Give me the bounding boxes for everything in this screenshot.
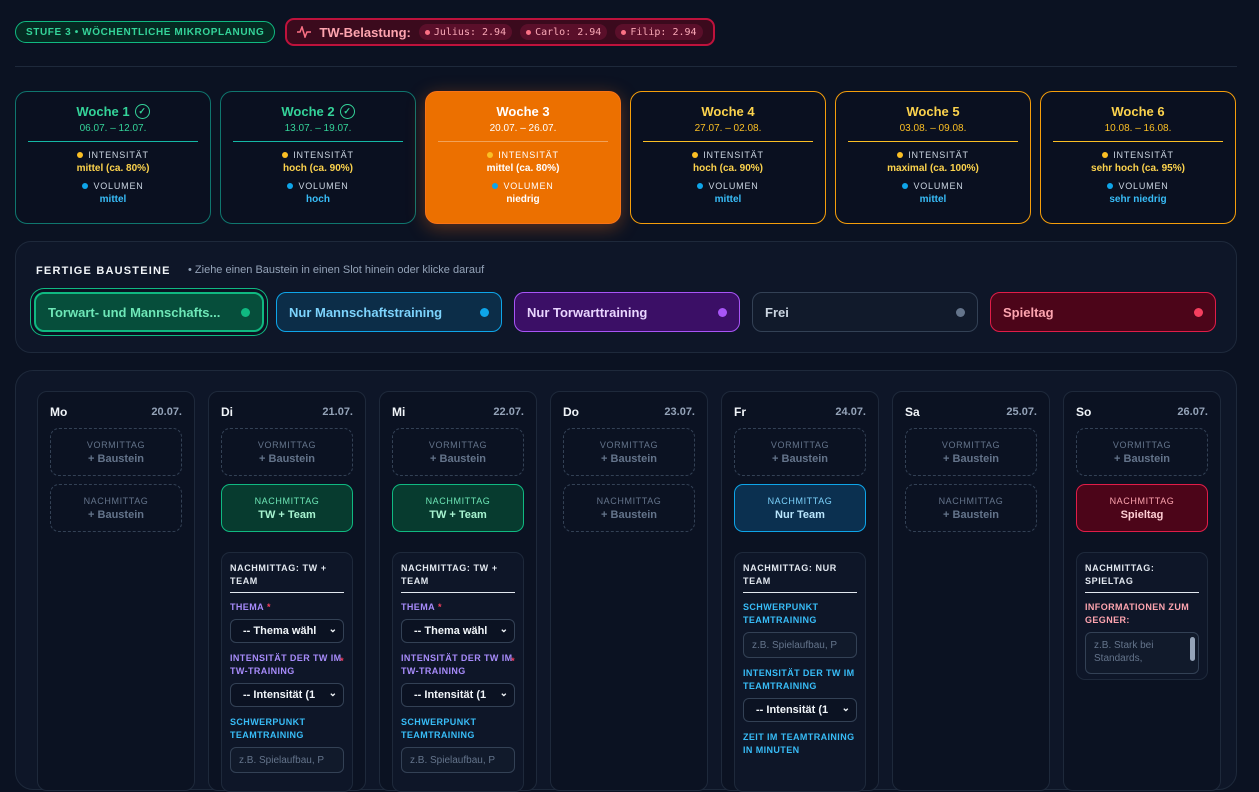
chevron-down-icon: ⌄ xyxy=(499,688,508,699)
week-card-5[interactable]: Woche 5 03.08. – 09.08. INTENSITÄT maxim… xyxy=(835,91,1031,224)
slot-morning[interactable]: VORMITTAG + Baustein xyxy=(221,428,353,476)
slot-afternoon[interactable]: NACHMITTAG Nur Team xyxy=(734,484,866,532)
session-form: NACHMITTAG: SPIELTAG INFORMATIONEN ZUM G… xyxy=(1076,552,1208,680)
block-team-only[interactable]: Nur Mannschaftstraining xyxy=(276,292,502,332)
focus-input[interactable]: z.B. Spielaufbau, P xyxy=(401,747,515,773)
activity-icon xyxy=(297,26,312,38)
week-card-3[interactable]: Woche 3 20.07. – 26.07. INTENSITÄT mitte… xyxy=(425,91,621,224)
day-column-sa: Sa 25.07. VORMITTAG + Baustein NACHMITTAG +… xyxy=(892,391,1050,791)
slot-morning[interactable]: VORMITTAG + Baustein xyxy=(905,428,1037,476)
week-card-1[interactable]: Woche 1 ✓ 06.07. – 12.07. INTENSITÄT mitt… xyxy=(15,91,211,224)
load-chip: Filip: 2.94 xyxy=(615,24,703,40)
day-column-do: Do 23.07. VORMITTAG + Baustein NACHMITTAG +… xyxy=(550,391,708,791)
focus-input[interactable]: z.B. Spielaufbau, P xyxy=(230,747,344,773)
slot-morning[interactable]: VORMITTAG + Baustein xyxy=(50,428,182,476)
chevron-down-icon: ⌄ xyxy=(499,624,508,635)
check-icon: ✓ xyxy=(339,104,355,119)
thema-select[interactable]: -- Thema wähl ⌄ xyxy=(401,619,515,643)
block-tw-team[interactable]: Torwart- und Mannschafts... xyxy=(34,292,264,332)
slot-morning[interactable]: VORMITTAG + Baustein xyxy=(392,428,524,476)
check-icon: ✓ xyxy=(134,104,150,119)
load-chip: Julius: 2.94 xyxy=(418,24,513,40)
session-form: NACHMITTAG: TW + TEAM THEMA * -- Thema wä… xyxy=(221,552,353,792)
load-chip: Carlo: 2.94 xyxy=(520,24,608,40)
slot-afternoon[interactable]: NACHMITTAG Spieltag xyxy=(1076,484,1208,532)
blocks-title: FERTIGE BAUSTEINE xyxy=(36,265,171,277)
goalkeeper-load-panel: TW-Belastung: Julius: 2.94 Carlo: 2.94 F… xyxy=(285,18,715,46)
opponent-info-textarea[interactable]: z.B. Stark bei Standards, xyxy=(1085,632,1199,674)
session-form: NACHMITTAG: NUR TEAM SCHWERPUNKT TEAMTRA… xyxy=(734,552,866,792)
slot-morning[interactable]: VORMITTAG + Baustein xyxy=(734,428,866,476)
divider xyxy=(15,66,1237,67)
slot-afternoon[interactable]: NACHMITTAG + Baustein xyxy=(50,484,182,532)
session-form: NACHMITTAG: TW + TEAM THEMA * -- Thema wä… xyxy=(392,552,524,792)
intensity-select[interactable]: -- Intensität (1 ⌄ xyxy=(401,683,515,707)
slot-afternoon[interactable]: NACHMITTAG + Baustein xyxy=(563,484,695,532)
day-column-fr: Fr 24.07. VORMITTAG + Baustein NACHMITTAG N… xyxy=(721,391,879,792)
intensity-select[interactable]: -- Intensität (1 ⌄ xyxy=(743,698,857,722)
scrollbar[interactable] xyxy=(1190,637,1195,661)
stage-badge: STUFE 3 • WÖCHENTLICHE MIKROPLANUNG xyxy=(15,21,276,43)
top-bar: STUFE 3 • WÖCHENTLICHE MIKROPLANUNG TW-B… xyxy=(15,18,715,46)
chevron-down-icon: ⌄ xyxy=(841,703,850,714)
slot-morning[interactable]: VORMITTAG + Baustein xyxy=(563,428,695,476)
blocks-panel: FERTIGE BAUSTEINE • Ziehe einen Baustein… xyxy=(15,241,1237,353)
day-column-di: Di 21.07. VORMITTAG + Baustein NACHMITTAG T… xyxy=(208,391,366,792)
chevron-down-icon: ⌄ xyxy=(328,688,337,699)
week-card-4[interactable]: Woche 4 27.07. – 02.08. INTENSITÄT hoch … xyxy=(630,91,826,224)
focus-input[interactable]: z.B. Spielaufbau, P xyxy=(743,632,857,658)
block-tw-only[interactable]: Nur Torwarttraining xyxy=(514,292,740,332)
load-label: TW-Belastung: xyxy=(319,24,411,40)
day-column-mi: Mi 22.07. VORMITTAG + Baustein NACHMITTAG T… xyxy=(379,391,537,792)
week-card-6[interactable]: Woche 6 10.08. – 16.08. INTENSITÄT sehr … xyxy=(1040,91,1236,224)
slot-afternoon[interactable]: NACHMITTAG + Baustein xyxy=(905,484,1037,532)
thema-select[interactable]: -- Thema wähl ⌄ xyxy=(230,619,344,643)
block-matchday[interactable]: Spieltag xyxy=(990,292,1216,332)
block-free[interactable]: Frei xyxy=(752,292,978,332)
intensity-select[interactable]: -- Intensität (1 ⌄ xyxy=(230,683,344,707)
chevron-down-icon: ⌄ xyxy=(328,624,337,635)
week-selector: Woche 1 ✓ 06.07. – 12.07. INTENSITÄT mitt… xyxy=(15,91,1236,224)
week-calendar: Mo 20.07. VORMITTAG + Baustein NACHMITTAG +… xyxy=(15,370,1237,792)
slot-morning[interactable]: VORMITTAG + Baustein xyxy=(1076,428,1208,476)
week-card-2[interactable]: Woche 2 ✓ 13.07. – 19.07. INTENSITÄT hoch… xyxy=(220,91,416,224)
blocks-hint: • Ziehe einen Baustein in einen Slot hin… xyxy=(188,264,485,276)
day-column-mo: Mo 20.07. VORMITTAG + Baustein NACHMITTAG +… xyxy=(37,391,195,791)
slot-afternoon[interactable]: NACHMITTAG TW + Team xyxy=(392,484,524,532)
slot-afternoon[interactable]: NACHMITTAG TW + Team xyxy=(221,484,353,532)
day-column-so: So 26.07. VORMITTAG + Baustein NACHMITTAG S… xyxy=(1063,391,1221,791)
